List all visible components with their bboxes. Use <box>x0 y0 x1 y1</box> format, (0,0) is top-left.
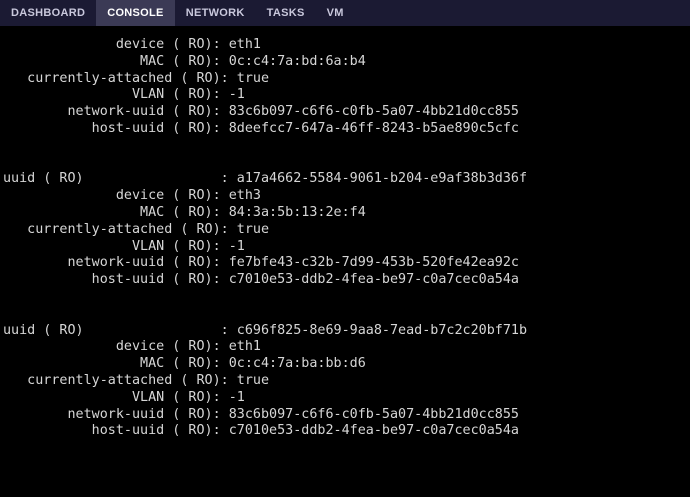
console-line: network-uuid ( RO): 83c6b097-c6f6-c0fb-5… <box>3 104 519 120</box>
console-line: uuid ( RO) : a17a4662-5584-9061-b204-e9a… <box>3 171 528 187</box>
console-line: device ( RO): eth3 <box>3 188 261 204</box>
console-line: MAC ( RO): 84:3a:5b:13:2e:f4 <box>3 205 366 220</box>
console-line: currently-attached ( RO): true <box>3 70 270 86</box>
console-line: network-uuid ( RO): 83c6b097-c6f6-c0fb-5… <box>3 406 519 422</box>
tab-vm[interactable]: VM <box>316 0 355 26</box>
tab-network[interactable]: NETWORK <box>175 0 256 26</box>
console-line: host-uuid ( RO): 8deefcc7-647a-46ff-8243… <box>3 121 519 136</box>
tab-tasks[interactable]: TASKS <box>256 0 316 26</box>
console-line: host-uuid ( RO): c7010e53-ddb2-4fea-be97… <box>3 272 519 288</box>
console-line: network-uuid ( RO): fe7bfe43-c32b-7d99-4… <box>3 255 519 271</box>
tab-dashboard[interactable]: DASHBOARD <box>0 0 96 26</box>
console-line: device ( RO): eth1 <box>3 37 261 52</box>
tab-console[interactable]: CONSOLE <box>96 0 175 26</box>
console-line: VLAN ( RO): -1 <box>3 238 245 254</box>
console-line: VLAN ( RO): -1 <box>3 87 245 103</box>
console-line: MAC ( RO): 0c:c4:7a:bd:6a:b4 <box>3 53 366 69</box>
console-line: MAC ( RO): 0c:c4:7a:ba:bb:d6 <box>3 356 366 372</box>
console-line: uuid ( RO) : c696f825-8e69-9aa8-7ead-b7c… <box>3 322 528 338</box>
top-nav-bar: DASHBOARD CONSOLE NETWORK TASKS VM <box>0 0 690 26</box>
console-line: VLAN ( RO): -1 <box>3 389 245 405</box>
console-line: device ( RO): eth1 <box>3 339 261 355</box>
console-line: currently-attached ( RO): true <box>3 373 270 388</box>
console-line: currently-attached ( RO): true <box>3 221 270 237</box>
console-line: host-uuid ( RO): c7010e53-ddb2-4fea-be97… <box>3 423 519 439</box>
console-output[interactable]: device ( RO): eth1 MAC ( RO): 0c:c4:7a:b… <box>0 36 690 497</box>
